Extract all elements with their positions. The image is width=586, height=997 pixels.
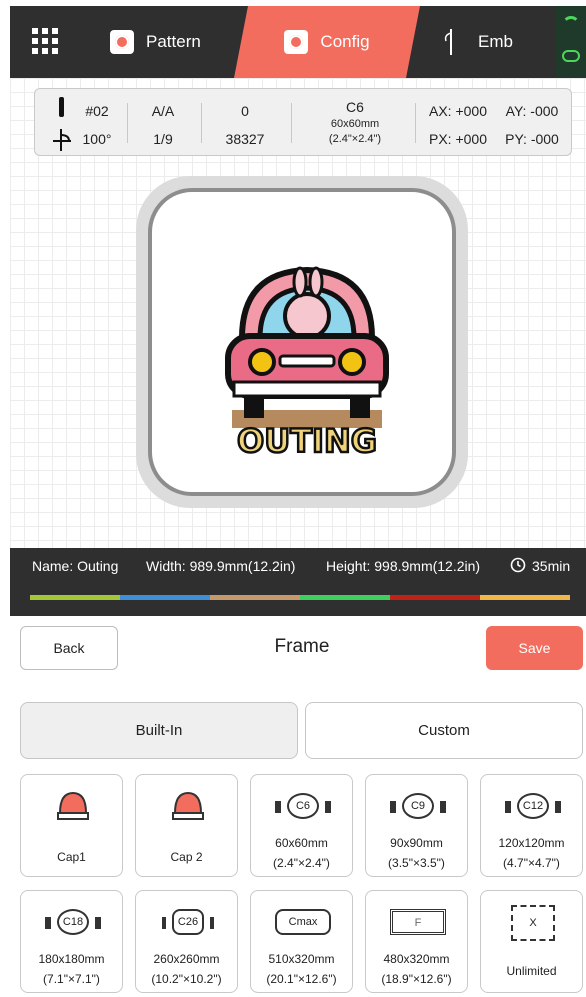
frame-option-f[interactable]: F 480x320mm (18.9"×12.6") — [365, 890, 468, 993]
hoop-code: Cmax — [275, 909, 331, 935]
design-info-bar: Name: Outing Width: 989.9mm(12.2in) Heig… — [10, 548, 586, 616]
embroidery-design[interactable]: OUTING — [222, 252, 392, 462]
tab-emb[interactable]: Emb — [440, 6, 550, 78]
needle-icon — [444, 29, 452, 55]
frame-size: 90x90mm — [390, 836, 443, 850]
panel-title: Frame — [274, 636, 330, 657]
px-value: PX: +000 — [429, 131, 487, 147]
frame-size: Unlimited — [506, 964, 557, 978]
machine-status-panel: #02 100° A/A 1/9 0 38327 C6 60x60mm (2.4… — [34, 88, 572, 156]
frame-size: 260x260mm — [153, 952, 220, 966]
back-button[interactable]: Back — [20, 626, 118, 670]
frame-inch: (3.5"×3.5") — [388, 856, 445, 870]
tab-config-label: Config — [320, 32, 370, 51]
color-status: A/A — [151, 103, 175, 119]
frame-option-cap2[interactable]: Cap 2 — [135, 774, 238, 877]
hoop-code: C6 — [287, 793, 319, 819]
hoop-code: C9 — [402, 793, 434, 819]
frame-inch: (10.2"×10.2") — [151, 972, 222, 986]
frame-option-c9[interactable]: C9 90x90mm (3.5"×3.5") — [365, 774, 468, 877]
top-nav: Pattern Config Emb — [10, 6, 586, 78]
rotation-angle: 100° — [82, 131, 112, 147]
frame-size: 180x180mm — [38, 952, 105, 966]
hoop-code: F — [390, 909, 446, 935]
hoop-inch: (2.4"×2.4") — [328, 133, 382, 145]
frame-option-cmax[interactable]: Cmax 510x320mm (20.1"×12.6") — [250, 890, 353, 993]
frame-label: Cap 2 — [170, 850, 203, 864]
color-segment — [390, 595, 480, 600]
frame-option-c12[interactable]: C12 120x120mm (4.7"×4.7") — [480, 774, 583, 877]
color-segment — [300, 595, 390, 600]
frame-option-c6[interactable]: C6 60x60mm (2.4"×2.4") — [250, 774, 353, 877]
frame-inch: (7.1"×7.1") — [43, 972, 100, 986]
hoop-code: C18 — [57, 909, 89, 935]
needle-icon — [53, 97, 71, 151]
config-edit-icon — [284, 30, 308, 54]
frame-inch: (4.7"×4.7") — [503, 856, 560, 870]
design-width: Width: 989.9mm(12.2in) — [146, 558, 296, 574]
design-time: 35min — [532, 558, 571, 574]
color-segment — [120, 595, 210, 600]
round-hoop-icon: C9 — [388, 793, 448, 819]
frame-option-c26[interactable]: C26 260x260mm (10.2"×10.2") — [135, 890, 238, 993]
hoop-code: X — [511, 905, 555, 941]
needle-number: #02 — [85, 103, 109, 119]
apps-grid-icon[interactable] — [32, 28, 58, 54]
flower-icon — [110, 30, 134, 54]
cloud-icon — [562, 50, 580, 62]
hoop-frame-inner[interactable]: OUTING — [148, 188, 456, 496]
tab-pattern[interactable]: Pattern — [110, 6, 240, 78]
cap-icon — [57, 791, 89, 820]
unlimited-frame-icon: X — [511, 905, 555, 941]
frame-option-cap1[interactable]: Cap1 — [20, 774, 123, 877]
frame-inch: (2.4"×2.4") — [273, 856, 330, 870]
frame-size: 120x120mm — [498, 836, 565, 850]
frame-inch: (20.1"×12.6") — [266, 972, 337, 986]
round-hoop-icon: C6 — [273, 793, 333, 819]
color-sequence-bar — [30, 595, 570, 600]
wifi-icon — [562, 16, 580, 28]
design-canvas[interactable]: #02 100° A/A 1/9 0 38327 C6 60x60mm (2.4… — [10, 78, 586, 548]
color-index: 1/9 — [153, 131, 173, 147]
color-segment — [480, 595, 570, 600]
rect-hoop-icon: Cmax — [269, 909, 337, 935]
tab-built-in[interactable]: Built-In — [20, 702, 298, 759]
color-segment — [210, 595, 300, 600]
flat-frame-icon: F — [384, 909, 452, 935]
ax-value: AX: +000 — [429, 103, 487, 119]
hoop-size: 60x60mm — [330, 118, 380, 130]
clock-icon — [510, 557, 526, 573]
frame-size: 480x320mm — [383, 952, 450, 966]
design-name: Name: Outing — [32, 558, 119, 574]
frame-size: 510x320mm — [268, 952, 335, 966]
hoop-frame: OUTING — [136, 176, 468, 508]
tab-emb-label: Emb — [478, 32, 513, 51]
color-segment — [30, 595, 120, 600]
hoop-code: C26 — [172, 909, 204, 935]
design-height: Height: 998.9mm(12.2in) — [326, 558, 481, 574]
hoop-name: C6 — [346, 99, 364, 115]
round-hoop-icon: C12 — [503, 793, 563, 819]
design-text: OUTING — [237, 422, 377, 460]
ay-value: AY: -000 — [505, 103, 559, 119]
stitch-current: 0 — [241, 103, 249, 119]
frame-option-x[interactable]: X Unlimited — [480, 890, 583, 993]
frame-size: 60x60mm — [275, 836, 328, 850]
frame-option-c18[interactable]: C18 180x180mm (7.1"×7.1") — [20, 890, 123, 993]
tab-custom[interactable]: Custom — [305, 702, 583, 759]
cap-icon — [172, 791, 204, 820]
frame-label: Cap1 — [57, 850, 86, 864]
frame-inch: (18.9"×12.6") — [381, 972, 452, 986]
hoop-code: C12 — [517, 793, 549, 819]
round-hoop-icon: C18 — [43, 909, 103, 935]
square-hoop-icon: C26 — [158, 909, 218, 935]
tab-config[interactable]: Config — [234, 6, 420, 78]
status-strip — [556, 6, 586, 78]
tab-pattern-label: Pattern — [146, 32, 201, 51]
py-value: PY: -000 — [505, 131, 559, 147]
stitch-total: 38327 — [225, 131, 265, 147]
save-button[interactable]: Save — [486, 626, 583, 670]
